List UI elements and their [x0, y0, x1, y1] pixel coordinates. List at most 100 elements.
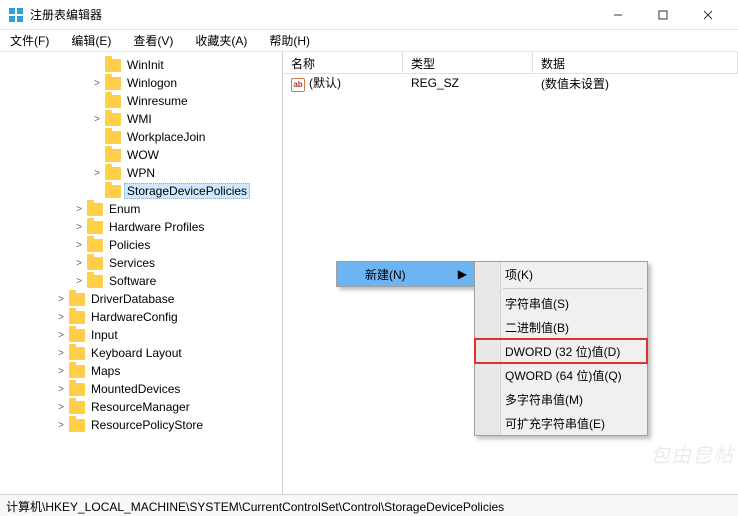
menu-file[interactable]: 文件(F): [6, 30, 53, 51]
cell-name: ab(默认): [283, 73, 403, 93]
menu-view[interactable]: 查看(V): [129, 30, 177, 51]
tree-node-label: WorkplaceJoin: [124, 129, 208, 145]
tree-node-label: Enum: [106, 201, 143, 217]
tree-node[interactable]: > Services: [0, 254, 282, 272]
expand-icon[interactable]: >: [74, 222, 84, 233]
tree-node[interactable]: > ResourceManager: [0, 398, 282, 416]
expand-icon[interactable]: >: [56, 366, 66, 377]
tree-node-label: WinInit: [124, 57, 167, 73]
submenu-item-qword[interactable]: QWORD (64 位)值(Q): [475, 363, 647, 387]
tree-node-label: Winlogon: [124, 75, 180, 91]
tree-node-label: Hardware Profiles: [106, 219, 207, 235]
expand-icon[interactable]: >: [56, 402, 66, 413]
expand-icon[interactable]: >: [56, 420, 66, 431]
tree-node[interactable]: WOW: [0, 146, 282, 164]
tree-node[interactable]: > Enum: [0, 200, 282, 218]
expand-icon[interactable]: >: [56, 330, 66, 341]
tree-node[interactable]: >Keyboard Layout: [0, 344, 282, 362]
folder-icon: [105, 185, 121, 198]
folder-icon: [69, 329, 85, 342]
submenu-item-binary[interactable]: 二进制值(B): [475, 315, 647, 339]
expand-icon[interactable]: >: [92, 78, 102, 89]
tree-node[interactable]: Winresume: [0, 92, 282, 110]
expand-icon[interactable]: >: [74, 204, 84, 215]
submenu-item-expandstring[interactable]: 可扩充字符串值(E): [475, 411, 647, 435]
context-item-new[interactable]: 新建(N) ▶: [337, 262, 475, 286]
tree-node-label: WMI: [124, 111, 155, 127]
tree-node[interactable]: > Hardware Profiles: [0, 218, 282, 236]
menu-favorites[interactable]: 收藏夹(A): [191, 30, 251, 51]
folder-icon: [105, 59, 121, 72]
expand-icon[interactable]: >: [56, 294, 66, 305]
tree-pane[interactable]: WinInit > WinlogonWinresume > WMI WorkplaceJo…: [0, 52, 283, 494]
minimize-button[interactable]: [595, 1, 640, 29]
submenu-item-dword[interactable]: DWORD (32 位)值(D): [475, 339, 647, 363]
folder-icon: [69, 311, 85, 324]
expand-icon[interactable]: >: [74, 258, 84, 269]
tree-node[interactable]: StorageDevicePolicies: [0, 182, 282, 200]
tree-node-label: ResourcePolicyStore: [88, 417, 206, 433]
expand-icon[interactable]: >: [74, 276, 84, 287]
tree-node[interactable]: >Input: [0, 326, 282, 344]
folder-icon: [105, 131, 121, 144]
tree-node[interactable]: > ResourcePolicyStore: [0, 416, 282, 434]
tree-node-label: ResourceManager: [88, 399, 193, 415]
tree-node[interactable]: > MountedDevices: [0, 380, 282, 398]
tree-node-label: DriverDatabase: [88, 291, 177, 307]
close-button[interactable]: [685, 1, 730, 29]
tree-node[interactable]: >WPN: [0, 164, 282, 182]
expand-icon[interactable]: >: [56, 312, 66, 323]
expand-icon[interactable]: >: [92, 114, 102, 125]
tree-node-label: MountedDevices: [88, 381, 183, 397]
expand-icon[interactable]: >: [56, 348, 66, 359]
list-header: 名称 类型 数据: [283, 52, 738, 74]
tree-node[interactable]: > WMI: [0, 110, 282, 128]
col-data[interactable]: 数据: [533, 52, 738, 73]
tree-node[interactable]: > Maps: [0, 362, 282, 380]
submenu-item-key[interactable]: 项(K): [475, 262, 647, 286]
tree-node[interactable]: > DriverDatabase: [0, 290, 282, 308]
tree-node[interactable]: WorkplaceJoin: [0, 128, 282, 146]
status-bar: 计算机\HKEY_LOCAL_MACHINE\SYSTEM\CurrentCon…: [0, 494, 738, 516]
folder-icon: [87, 221, 103, 234]
expand-icon[interactable]: >: [92, 168, 102, 179]
folder-icon: [105, 77, 121, 90]
tree-node[interactable]: > Winlogon: [0, 74, 282, 92]
tree-node[interactable]: > HardwareConfig: [0, 308, 282, 326]
context-submenu-new: 项(K) 字符串值(S) 二进制值(B) DWORD (32 位)值(D) QW…: [474, 261, 648, 436]
title-bar: 注册表编辑器: [0, 0, 738, 30]
submenu-item-string[interactable]: 字符串值(S): [475, 291, 647, 315]
folder-icon: [69, 401, 85, 414]
maximize-button[interactable]: [640, 1, 685, 29]
tree-node[interactable]: WinInit: [0, 56, 282, 74]
expand-icon[interactable]: >: [56, 384, 66, 395]
folder-icon: [87, 257, 103, 270]
tree-node-label: Maps: [88, 363, 123, 379]
list-body: ab(默认)REG_SZ(数值未设置): [283, 74, 738, 92]
menu-edit[interactable]: 编辑(E): [67, 30, 115, 51]
folder-icon: [87, 239, 103, 252]
folder-icon: [69, 419, 85, 432]
tree-node-label: Services: [106, 255, 158, 271]
folder-icon: [87, 203, 103, 216]
list-row[interactable]: ab(默认)REG_SZ(数值未设置): [283, 74, 738, 92]
folder-icon: [105, 113, 121, 126]
tree-node[interactable]: > Policies: [0, 236, 282, 254]
menu-help[interactable]: 帮助(H): [265, 30, 314, 51]
tree-node-label: Policies: [106, 237, 153, 253]
tree-node-label: Software: [106, 273, 159, 289]
submenu-item-multistring[interactable]: 多字符串值(M): [475, 387, 647, 411]
submenu-separator: [503, 288, 643, 289]
context-item-label: 新建(N): [365, 266, 406, 283]
cell-type: REG_SZ: [403, 75, 533, 91]
tree-node[interactable]: > Software: [0, 272, 282, 290]
expand-icon[interactable]: >: [74, 240, 84, 251]
folder-icon: [87, 275, 103, 288]
col-type[interactable]: 类型: [403, 52, 533, 73]
status-path: 计算机\HKEY_LOCAL_MACHINE\SYSTEM\CurrentCon…: [6, 500, 504, 514]
folder-icon: [69, 347, 85, 360]
col-name[interactable]: 名称: [283, 52, 403, 73]
folder-icon: [69, 293, 85, 306]
tree-node-label: HardwareConfig: [88, 309, 181, 325]
cell-data: (数值未设置): [533, 74, 738, 93]
